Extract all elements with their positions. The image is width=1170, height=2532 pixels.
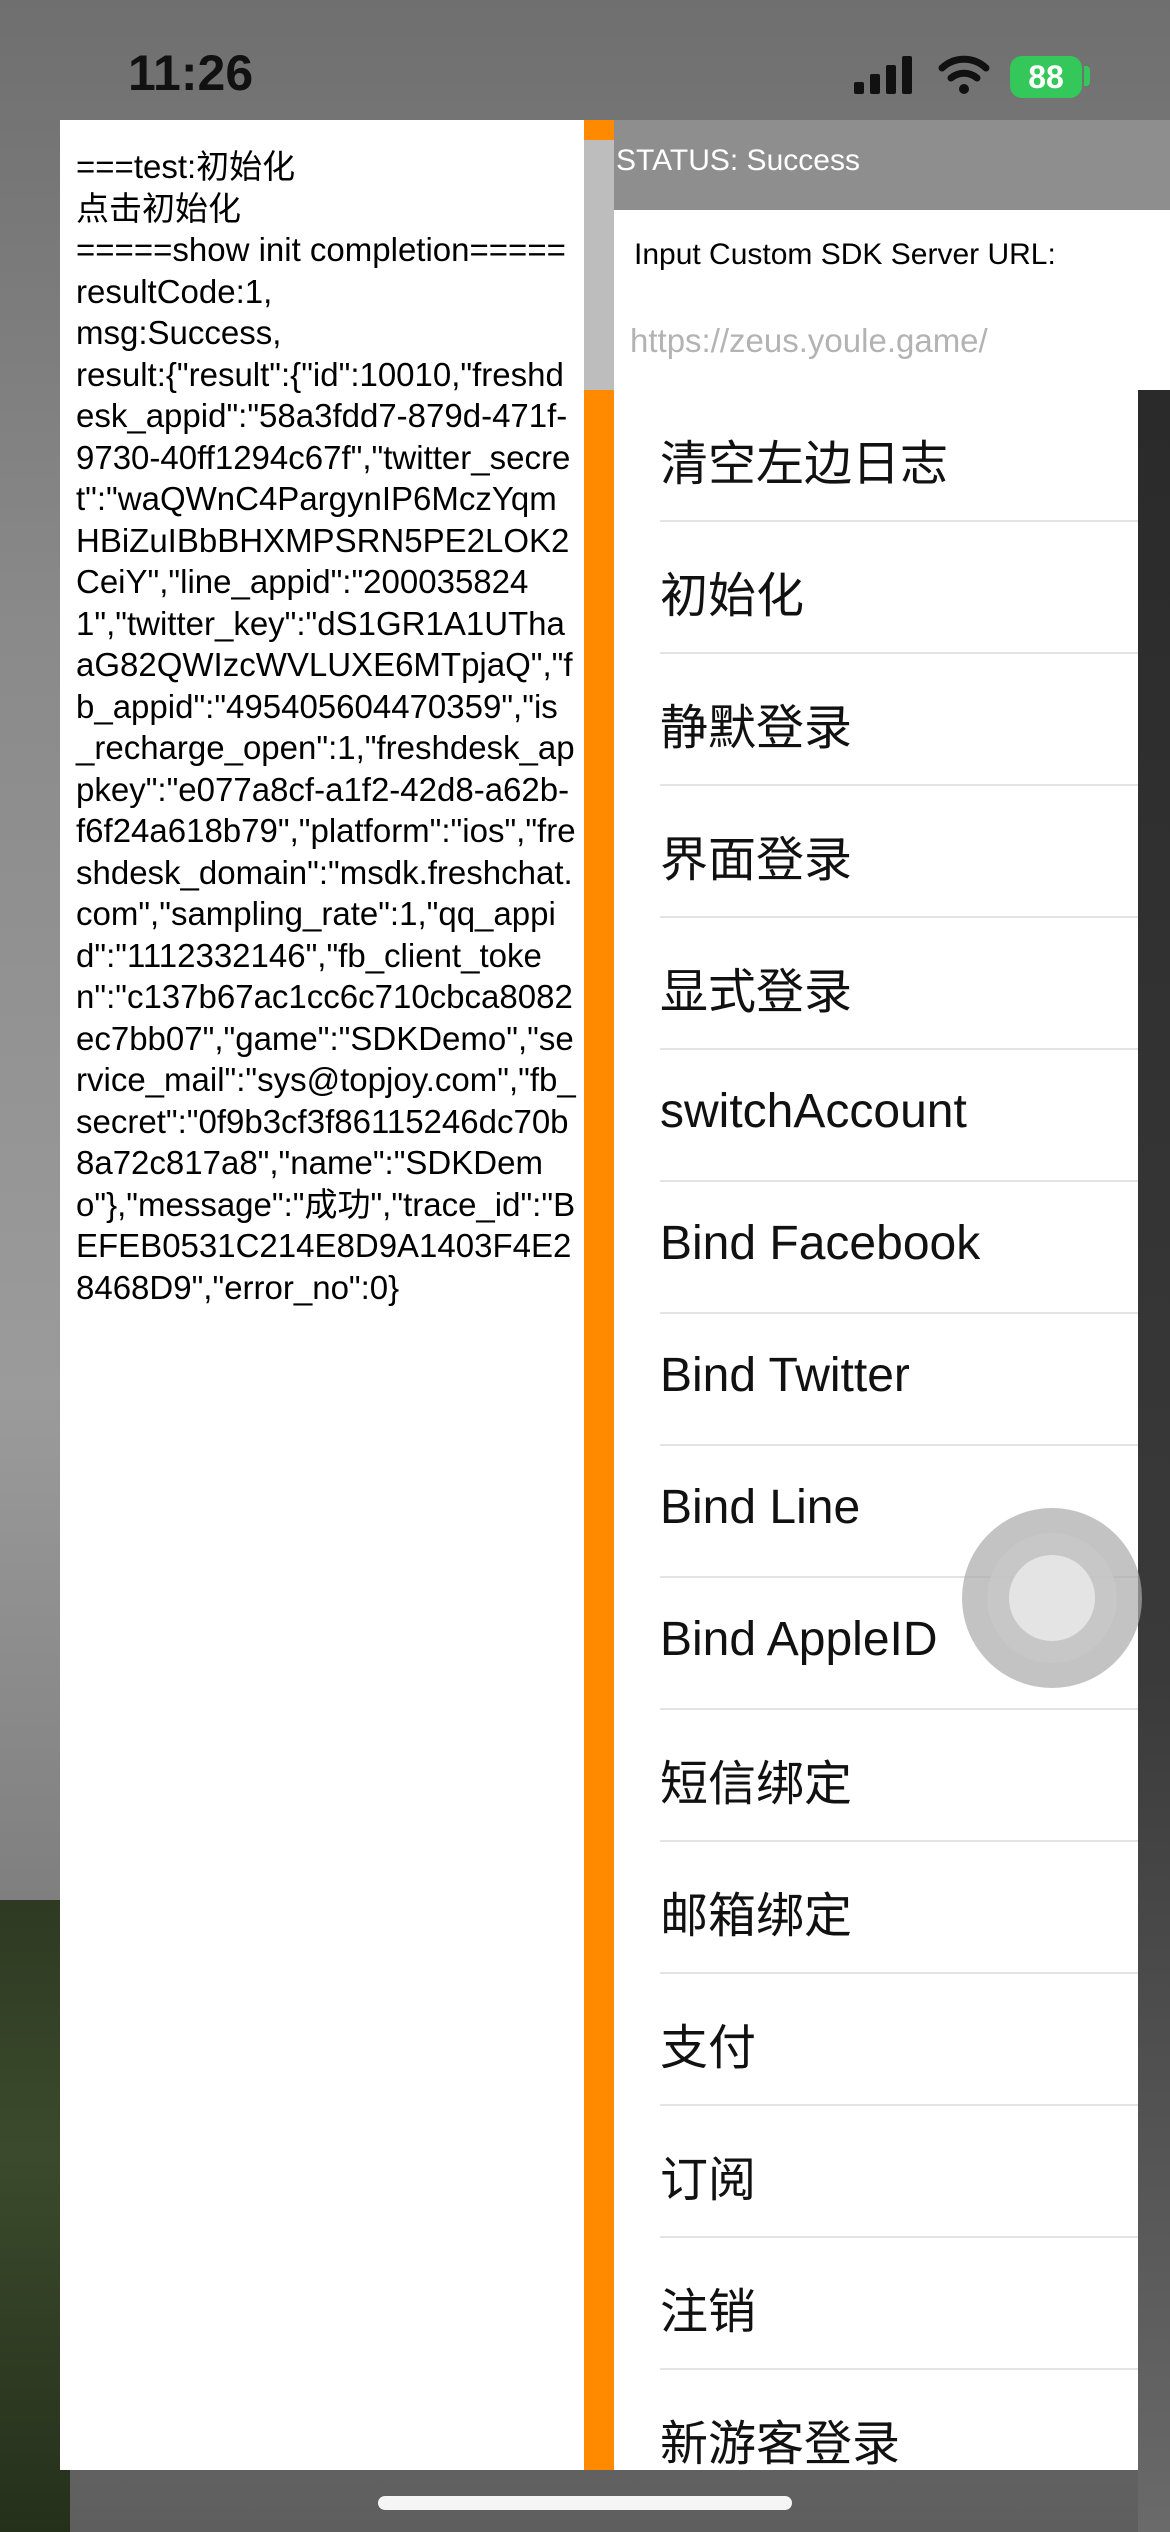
menu-item-label: 界面登录 — [660, 834, 853, 887]
menu-item-new-guest-login[interactable]: 新游客登录 — [660, 2370, 1138, 2470]
menu-item-clear-log[interactable]: 清空左边日志 — [660, 390, 1138, 522]
assistive-touch-center — [1009, 1555, 1095, 1641]
battery-tip — [1084, 66, 1090, 86]
menu-item-bind-facebook[interactable]: Bind Facebook — [660, 1182, 1138, 1314]
server-url-input[interactable] — [628, 310, 1152, 372]
menu-item-label: 新游客登录 — [660, 2418, 901, 2470]
menu-item-label: 邮箱绑定 — [660, 1890, 853, 1943]
menu-item-label: switchAccount — [660, 1085, 967, 1138]
menu-item-ui-login[interactable]: 界面登录 — [660, 786, 1138, 918]
menu-item-pay[interactable]: 支付 — [660, 1974, 1138, 2106]
menu-item-label: 订阅 — [660, 2154, 757, 2207]
battery-icon: 88 — [1010, 56, 1082, 98]
log-scroll-thumb[interactable] — [584, 140, 614, 390]
menu-item-label: 显式登录 — [660, 966, 853, 1019]
menu-item-init[interactable]: 初始化 — [660, 522, 1138, 654]
menu-item-silent-login[interactable]: 静默登录 — [660, 654, 1138, 786]
menu-item-label: 支付 — [660, 2022, 757, 2075]
menu-item-label: Bind AppleID — [660, 1613, 938, 1666]
status-time: 11:26 — [128, 45, 254, 101]
log-text: ===test:初始化 点击初始化 =====show init complet… — [76, 148, 576, 1306]
ios-status-bar: 11:26 88 — [0, 0, 1170, 120]
wifi-icon — [938, 55, 990, 94]
menu-item-label: Bind Line — [660, 1481, 861, 1534]
status-text: STATUS: Success — [616, 144, 860, 177]
menu-item-explicit-login[interactable]: 显式登录 — [660, 918, 1138, 1050]
menu-item-logout[interactable]: 注销 — [660, 2238, 1138, 2370]
cellular-signal-icon — [854, 56, 912, 94]
action-menu: 清空左边日志 初始化 静默登录 界面登录 显式登录 switchAccount … — [614, 390, 1138, 2470]
status-header: STATUS: Success — [614, 120, 1170, 210]
menu-item-label: Bind Twitter — [660, 1349, 910, 1402]
menu-item-email-bind[interactable]: 邮箱绑定 — [660, 1842, 1138, 1974]
menu-item-label: 短信绑定 — [660, 1758, 853, 1811]
menu-item-switch-account[interactable]: switchAccount — [660, 1050, 1138, 1182]
server-url-section: Input Custom SDK Server URL: — [614, 210, 1170, 390]
assistive-touch-button[interactable] — [962, 1508, 1142, 1688]
background-scenery-right — [1138, 390, 1170, 2532]
menu-item-label: 初始化 — [660, 570, 805, 623]
menu-item-label: 静默登录 — [660, 702, 853, 755]
menu-item-bind-twitter[interactable]: Bind Twitter — [660, 1314, 1138, 1446]
menu-item-label: 清空左边日志 — [660, 438, 949, 491]
menu-item-label: 注销 — [660, 2286, 757, 2339]
log-panel[interactable]: ===test:初始化 点击初始化 =====show init complet… — [60, 120, 584, 2470]
assistive-touch-ring — [987, 1533, 1117, 1663]
log-scroll-track[interactable] — [584, 120, 614, 2470]
server-url-label: Input Custom SDK Server URL: — [634, 238, 1056, 271]
menu-item-subscribe[interactable]: 订阅 — [660, 2106, 1138, 2238]
home-indicator[interactable] — [378, 2496, 792, 2510]
menu-item-label: Bind Facebook — [660, 1217, 981, 1270]
menu-item-sms-bind[interactable]: 短信绑定 — [660, 1710, 1138, 1842]
